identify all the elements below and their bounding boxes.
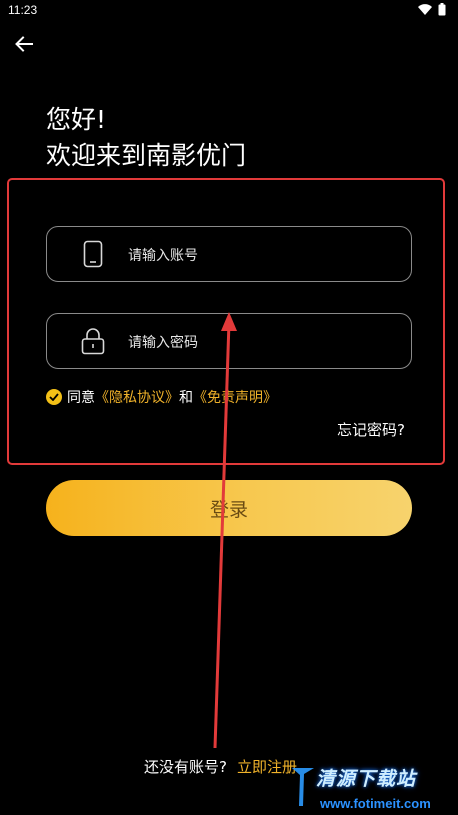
register-row: 还没有账号? 立即注册 [144, 756, 297, 777]
lock-icon [81, 326, 105, 356]
back-button[interactable] [10, 32, 38, 60]
arrow-left-icon [15, 36, 33, 56]
phone-icon [81, 239, 105, 269]
disclaimer-link[interactable]: 《免责声明》 [193, 387, 277, 407]
status-icons [418, 3, 446, 16]
privacy-link[interactable]: 《隐私协议》 [95, 387, 179, 407]
account-input[interactable]: 请输入账号 [46, 226, 412, 282]
account-placeholder: 请输入账号 [128, 248, 198, 264]
watermark-title: 清源下载站 [316, 768, 417, 790]
agree-and: 和 [179, 390, 193, 406]
status-bar: 11:23 [0, 0, 458, 22]
login-button[interactable]: 登录 [46, 480, 412, 536]
greeting-line-2: 欢迎来到南影优门 [46, 141, 247, 170]
login-screen: 11:23 您好! 欢迎来到南影优门 请输入账号 请输入密码 同意 《隐私协议》… [0, 0, 458, 815]
agreement-row: 同意 《隐私协议》 和 《免责声明》 [46, 387, 277, 407]
wifi-icon [418, 3, 432, 16]
watermark: 清源下载站 www.fotimeit.com [288, 760, 458, 815]
password-input[interactable]: 请输入密码 [46, 313, 412, 369]
watermark-logo-icon [292, 768, 314, 806]
forgot-password-link[interactable]: 忘记密码? [337, 419, 405, 440]
agree-prefix: 同意 [67, 390, 95, 406]
battery-icon [438, 3, 446, 16]
no-account-text: 还没有账号? [144, 758, 227, 776]
watermark-url: www.fotimeit.com [320, 796, 431, 811]
password-placeholder: 请输入密码 [128, 335, 198, 351]
greeting-line-1: 您好! [46, 105, 107, 134]
greeting: 您好! 欢迎来到南影优门 [46, 102, 246, 174]
status-time: 11:23 [8, 3, 38, 17]
agree-checkbox[interactable] [46, 389, 62, 405]
